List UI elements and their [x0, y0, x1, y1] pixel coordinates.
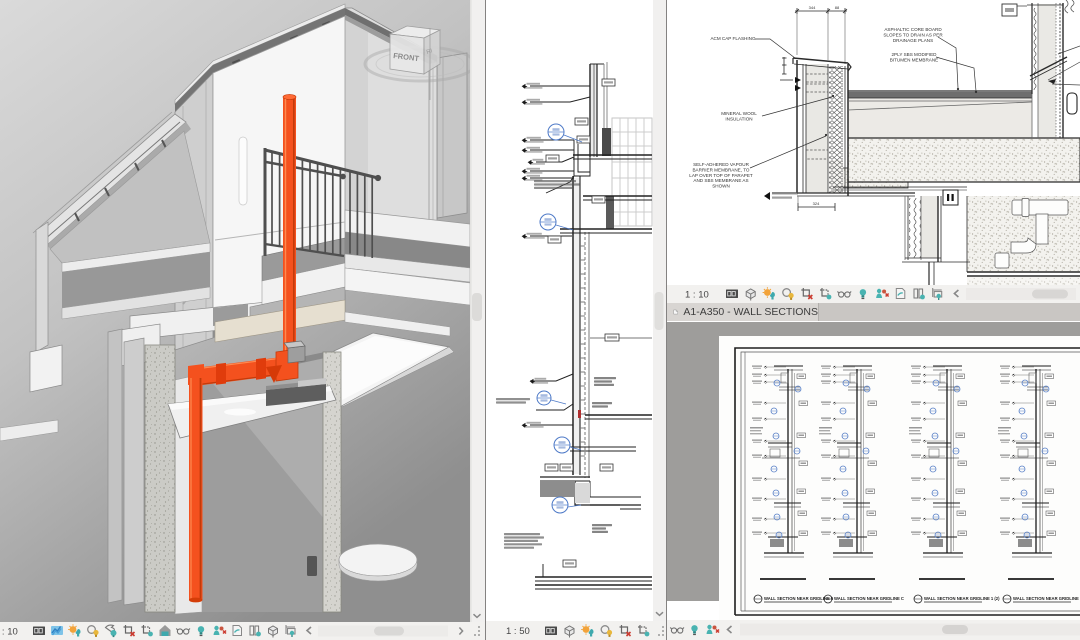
- svg-text:DRAINAGE PLANS: DRAINAGE PLANS: [893, 38, 933, 43]
- svg-text:BARRIER MEMBRANE, TO: BARRIER MEMBRANE, TO: [692, 167, 749, 172]
- svg-text:WALL SECTION NEAR GRIDLINE 1 (: WALL SECTION NEAR GRIDLINE 1 (2): [924, 596, 1000, 601]
- svg-text:AND SBS MEMBRANE AS: AND SBS MEMBRANE AS: [693, 178, 748, 183]
- svg-text:WALL SECTION NEAR GRIDLINE C: WALL SECTION NEAR GRIDLINE C: [834, 596, 904, 601]
- svg-text:INSULATION: INSULATION: [725, 116, 752, 121]
- svg-text:344: 344: [809, 5, 816, 10]
- svg-text:MINERAL WOOL: MINERAL WOOL: [721, 111, 757, 116]
- svg-text:324: 324: [813, 201, 820, 206]
- svg-text:BITUMEN MEMBRANE: BITUMEN MEMBRANE: [890, 57, 939, 62]
- svg-text:SELF-ADHERED VAPOUR: SELF-ADHERED VAPOUR: [693, 162, 749, 167]
- svg-text:WALL SECTION NEAR GRIDLINE 8: WALL SECTION NEAR GRIDLINE 8: [1013, 596, 1080, 601]
- svg-text:1 : 10: 1 : 10: [0, 627, 18, 638]
- svg-text:SHOWN: SHOWN: [712, 184, 730, 189]
- svg-text:ACM CAP FLASHING: ACM CAP FLASHING: [710, 36, 756, 41]
- svg-text:1 : 10: 1 : 10: [685, 290, 709, 301]
- svg-text:SLOPES TO DRAIN AS PER: SLOPES TO DRAIN AS PER: [883, 32, 943, 37]
- svg-text:2PLY SBS MODIFIED: 2PLY SBS MODIFIED: [891, 52, 937, 57]
- svg-text:ASPHALTIC CORE BOARD: ASPHALTIC CORE BOARD: [884, 27, 942, 32]
- svg-text:1 : 50: 1 : 50: [506, 626, 530, 637]
- svg-text:WALL SECTION NEAR GRIDLINE 5: WALL SECTION NEAR GRIDLINE 5: [764, 596, 834, 601]
- svg-text:LAP OVER TOP OF PARAPET: LAP OVER TOP OF PARAPET: [689, 173, 753, 178]
- svg-text:88: 88: [835, 5, 840, 10]
